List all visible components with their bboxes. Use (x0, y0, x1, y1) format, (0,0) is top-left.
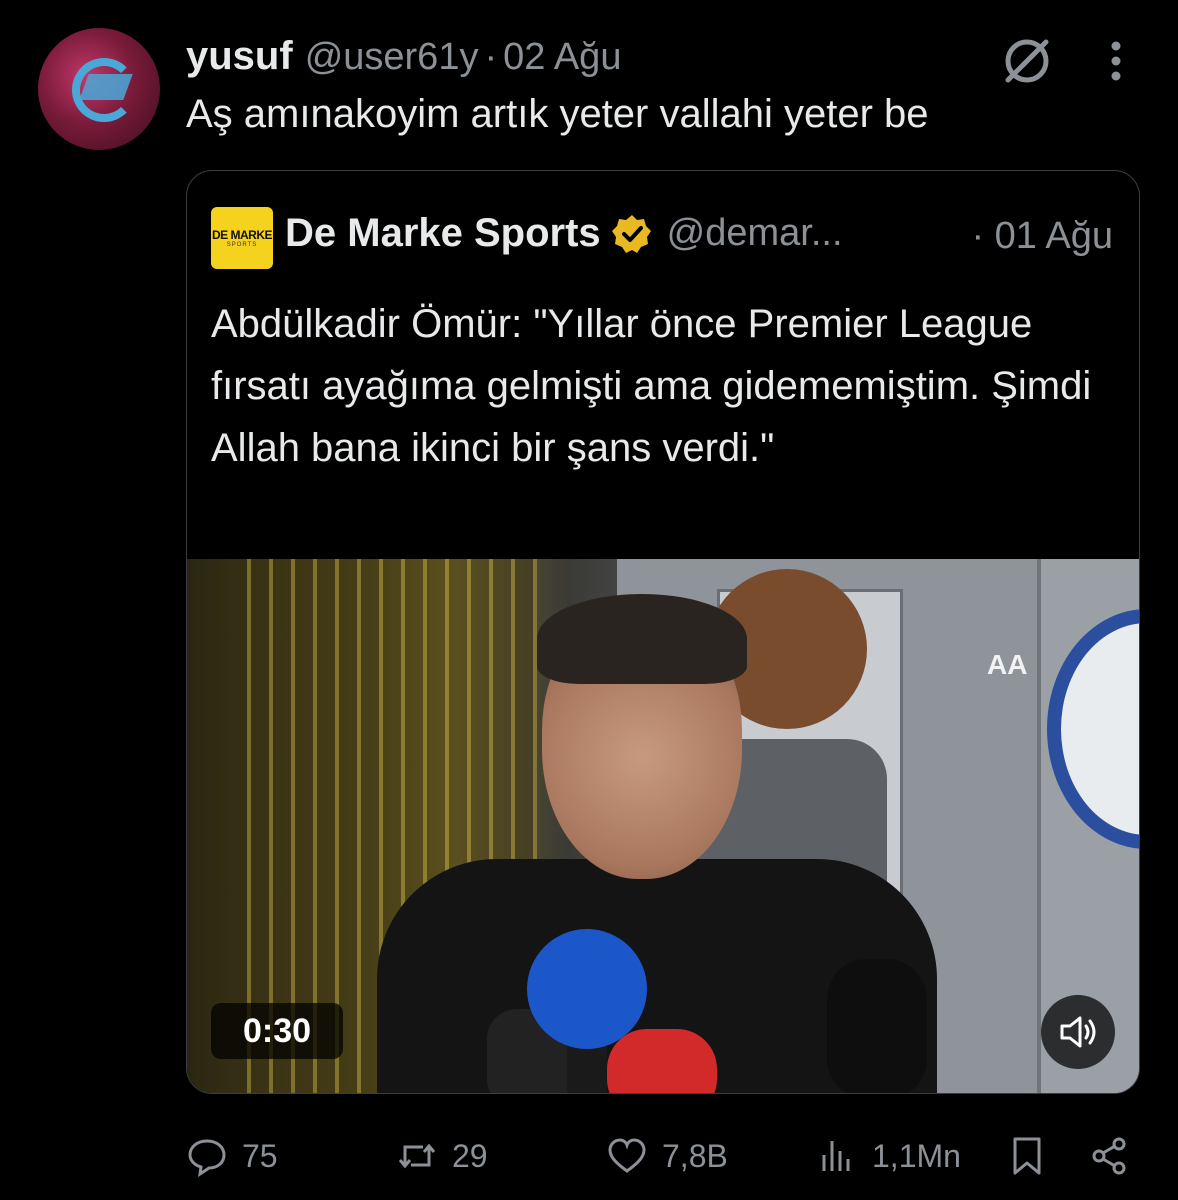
repost-icon (398, 1143, 436, 1169)
bookmark-icon (1013, 1137, 1041, 1175)
views-icon (822, 1141, 850, 1171)
repost-count: 29 (452, 1137, 488, 1174)
separator: · (484, 36, 498, 78)
quoted-tweet[interactable]: DE MARKE SPORTS De Marke Sports @demar..… (186, 170, 1140, 1094)
more-icon[interactable] (1100, 38, 1132, 84)
video-duration: 0:30 (211, 1003, 343, 1059)
repost-button[interactable]: 29 (396, 1128, 488, 1184)
volume-icon[interactable] (1041, 995, 1115, 1069)
quoted-text: Abdülkadir Ömür: "Yıllar önce Premier Le… (211, 302, 1092, 470)
microphone (527, 929, 647, 1049)
avatar[interactable] (38, 28, 160, 150)
reply-count: 75 (242, 1137, 278, 1174)
tweet-header: yusuf @user61y · 02 Ağu (186, 34, 621, 84)
like-button[interactable]: 7,8B (606, 1128, 728, 1184)
author-handle[interactable]: @user61y (305, 36, 479, 79)
quoted-date[interactable]: · 01 Ağu (971, 215, 1113, 258)
share-icon (1092, 1137, 1126, 1175)
action-bar: 75 29 7,8B 1,1Mn (186, 1128, 1140, 1184)
quoted-author-handle[interactable]: @demar... (667, 212, 843, 255)
quoted-avatar[interactable]: DE MARKE SPORTS (211, 207, 273, 269)
video-watermark: AA (987, 649, 1028, 680)
views-count: 1,1Mn (872, 1137, 961, 1174)
verified-badge-icon (611, 213, 653, 255)
like-count: 7,8B (662, 1137, 728, 1174)
tweet-text: Aş amınakoyim artık yeter vallahi yeter … (186, 92, 929, 136)
video-player[interactable]: AA 0:30 (187, 559, 1139, 1093)
quoted-header: De Marke Sports @demar... (285, 211, 843, 256)
quoted-author-name[interactable]: De Marke Sports (285, 211, 601, 256)
bookmark-button[interactable] (1006, 1128, 1048, 1184)
like-icon (608, 1138, 646, 1173)
reply-icon (188, 1139, 226, 1177)
logo-text: DE MARKE (211, 228, 273, 242)
views-button[interactable]: 1,1Mn (816, 1128, 961, 1184)
logo-subtext: SPORTS (226, 242, 258, 248)
share-button[interactable] (1088, 1128, 1130, 1184)
grok-icon[interactable] (1000, 34, 1054, 88)
author-name[interactable]: yusuf (186, 34, 293, 79)
reply-button[interactable]: 75 (186, 1128, 278, 1184)
tweet-date[interactable]: 02 Ağu (503, 36, 621, 79)
